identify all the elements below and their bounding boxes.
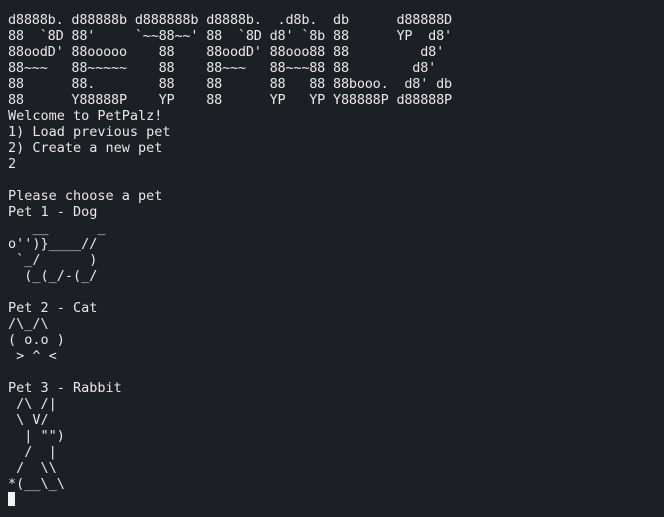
rabbit-ascii-art: / \\	[8, 460, 57, 476]
pet-title: Pet 3 - Rabbit	[8, 380, 122, 396]
dog-ascii-art: __ _	[8, 220, 106, 236]
banner-line: 88 88. 88 88 88 88 88booo. d8' db	[8, 76, 452, 92]
welcome-message: Welcome to PetPalz!	[8, 108, 163, 124]
banner-line: 88oodD' 88ooooo 88 88oodD' 88ooo88 88 d8…	[8, 44, 445, 60]
petpalz-ascii-banner: d8888b. d88888b d888888b d8888b. .d8b. d…	[8, 12, 664, 108]
rabbit-ascii-art: *(__\_\	[8, 476, 65, 492]
choose-pet-prompt: Please choose a pet	[8, 188, 163, 204]
dog-ascii-art: `_/ )	[8, 252, 98, 268]
cat-ascii-art: ( o.o )	[8, 332, 65, 348]
cat-ascii-art: /\_/\	[8, 316, 49, 332]
terminal-window[interactable]: d8888b. d88888b d888888b d8888b. .d8b. d…	[0, 0, 664, 517]
rabbit-ascii-art: /\ /|	[8, 396, 57, 412]
pet-rabbit-block: Pet 3 - Rabbit /\ /| \ V/ | "") / | / \\…	[8, 380, 664, 492]
pet-dog-block: Pet 1 - Dog __ _ o'')}____// `_/ ) (_(_/…	[8, 204, 664, 284]
input-line[interactable]	[8, 492, 664, 508]
dog-ascii-art: (_(_/-(_/	[8, 268, 98, 284]
banner-line: 88~~~ 88~~~~~ 88 88~~~ 88~~~88 88 d8'	[8, 60, 437, 76]
banner-line: d8888b. d88888b d888888b d8888b. .d8b. d…	[8, 12, 452, 28]
pet-title: Pet 2 - Cat	[8, 300, 98, 316]
rabbit-ascii-art: | "")	[8, 428, 65, 444]
cat-ascii-art: > ^ <	[8, 348, 57, 364]
menu-option-create: 2) Create a new pet	[8, 140, 163, 156]
user-input-echo: 2	[8, 156, 17, 172]
pet-title: Pet 1 - Dog	[8, 204, 98, 220]
dog-ascii-art: o'')}____//	[8, 236, 98, 252]
pet-cat-block: Pet 2 - Cat /\_/\ ( o.o ) > ^ <	[8, 300, 664, 364]
terminal-cursor	[8, 492, 15, 506]
menu-option-load: 1) Load previous pet	[8, 124, 171, 140]
banner-line: 88 `8D 88' `~~88~~' 88 `8D d8' `8b 88 YP…	[8, 28, 452, 44]
rabbit-ascii-art: / |	[8, 444, 57, 460]
banner-line: 88 Y88888P YP 88 YP YP Y88888P d88888P	[8, 92, 452, 108]
rabbit-ascii-art: \ V/	[8, 412, 49, 428]
